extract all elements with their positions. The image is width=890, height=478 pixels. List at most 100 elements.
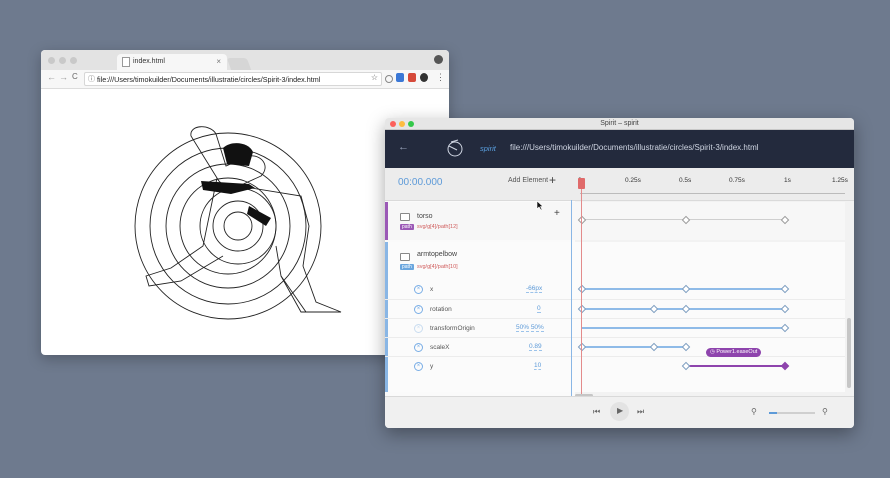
extension-circle-icon[interactable]: [385, 75, 393, 83]
zoom-slider-fill: [769, 412, 777, 414]
minimize-dot[interactable]: [59, 57, 66, 64]
timeline-header: 00:00.000 Add Element + 0s 0.25s 0.5s 0.…: [385, 168, 854, 201]
property-row-y[interactable]: × y 10: [385, 356, 845, 376]
property-name: y: [430, 363, 434, 370]
remove-property-icon[interactable]: ×: [414, 285, 423, 294]
tab-close-icon[interactable]: ×: [216, 57, 221, 66]
keyframe[interactable]: [577, 215, 587, 225]
vertical-scrollbar[interactable]: [847, 318, 851, 388]
property-name: rotation: [430, 306, 452, 313]
element-row-torso[interactable]: torso path svg/g[4]/path[12] +: [385, 202, 845, 240]
spirit-logo-icon: [447, 139, 463, 157]
element-selector: svg/g[4]/path[10]: [417, 264, 458, 270]
add-element-button[interactable]: +: [549, 173, 556, 187]
playhead-handle[interactable]: [578, 178, 585, 189]
keyframe[interactable]: [681, 284, 691, 294]
next-icon[interactable]: ⏭: [637, 407, 644, 417]
browser-tab[interactable]: index.html ×: [117, 54, 227, 70]
tick-label: 0.25s: [625, 177, 641, 184]
tab-title: index.html: [133, 58, 165, 65]
extension-dark-icon[interactable]: [420, 73, 428, 82]
keyframe[interactable]: [681, 342, 691, 352]
property-value[interactable]: 0.89: [529, 343, 542, 351]
property-row-rotation[interactable]: × rotation 0: [385, 299, 845, 319]
bookmark-star-icon[interactable]: ☆: [371, 73, 378, 82]
info-icon[interactable]: ⓘ: [88, 74, 95, 84]
back-icon[interactable]: ←: [47, 72, 56, 82]
ease-badge[interactable]: ◷ Power1.easeOut: [706, 348, 762, 357]
keyframe[interactable]: [649, 342, 659, 352]
circles-illustration: [134, 126, 342, 320]
property-track: [581, 346, 686, 348]
keyframe[interactable]: [780, 304, 790, 314]
property-row-transformorigin[interactable]: × transformOrigin 50% 50%: [385, 318, 845, 338]
tick-label: 0.5s: [679, 177, 692, 184]
selection-indicator: [385, 202, 388, 240]
property-value[interactable]: 10: [534, 362, 542, 370]
keyframe[interactable]: [649, 304, 659, 314]
element-icon: [400, 253, 410, 261]
browser-toolbar: ← → C ⓘ file:///Users/timokuilder/Docume…: [41, 70, 449, 89]
keyframe[interactable]: [577, 304, 587, 314]
forward-icon[interactable]: →: [59, 72, 68, 82]
property-row-scalex[interactable]: × scaleX 0.89: [385, 337, 845, 357]
add-property-button[interactable]: +: [554, 208, 560, 219]
keyframe[interactable]: [681, 361, 691, 371]
type-badge: path: [400, 224, 414, 230]
keyframe[interactable]: [681, 304, 691, 314]
property-value[interactable]: 50% 50%: [516, 324, 544, 332]
property-value[interactable]: -66px: [526, 285, 543, 293]
ease-label: Power1.easeOut: [716, 349, 758, 355]
previous-icon[interactable]: ⏮: [593, 407, 600, 417]
keyframe[interactable]: [577, 284, 587, 294]
tick-label: 0.75s: [729, 177, 745, 184]
app-label[interactable]: spirit: [480, 144, 496, 153]
play-button[interactable]: ▶: [610, 402, 629, 421]
spirit-window: Spirit – spirit ← spirit file:///Users/t…: [385, 118, 854, 428]
keyframe[interactable]: [780, 215, 790, 225]
profile-icon[interactable]: [434, 55, 443, 64]
extension-shield-icon[interactable]: [408, 73, 416, 82]
keyframe[interactable]: [780, 323, 790, 333]
remove-property-icon[interactable]: ×: [414, 324, 423, 333]
spirit-header: ← spirit file:///Users/timokuilder/Docum…: [385, 130, 854, 168]
keyframe[interactable]: [681, 215, 691, 225]
property-track: [685, 365, 784, 367]
property-list: × x -66px × rotation 0 × transformOrigin…: [385, 280, 845, 392]
address-text: file:///Users/timokuilder/Documents/illu…: [97, 74, 321, 84]
element-name: torso: [417, 213, 433, 220]
keyframe[interactable]: [780, 361, 790, 371]
spirit-titlebar: Spirit – spirit: [385, 118, 854, 130]
zoom-out-icon[interactable]: ⚲: [751, 407, 757, 416]
element-selector: svg/g[4]/path[12]: [417, 224, 458, 230]
playhead-line: [581, 188, 582, 396]
browser-tabbar: index.html ×: [41, 50, 449, 70]
play-icon: ▶: [617, 406, 624, 415]
remove-property-icon[interactable]: ×: [414, 343, 423, 352]
property-value[interactable]: 0: [537, 305, 541, 313]
back-arrow-icon[interactable]: ←: [398, 141, 409, 153]
add-element-label[interactable]: Add Element: [508, 177, 548, 184]
spirit-footer: ⏮ ▶ ⏭ ⚲ ⚲: [385, 396, 854, 428]
property-name: x: [430, 286, 434, 293]
remove-property-icon[interactable]: ×: [414, 305, 423, 314]
address-bar[interactable]: ⓘ file:///Users/timokuilder/Documents/il…: [84, 72, 382, 86]
keyframe[interactable]: [577, 342, 587, 352]
tick-label: 1s: [784, 177, 791, 184]
element-icon: [400, 213, 410, 221]
new-tab-button[interactable]: [226, 58, 252, 70]
menu-kebab-icon[interactable]: ⋮: [436, 72, 445, 83]
zoom-dot[interactable]: [70, 57, 77, 64]
keyframe[interactable]: [780, 284, 790, 294]
remove-property-icon[interactable]: ×: [414, 362, 423, 371]
reload-icon[interactable]: C: [72, 72, 78, 81]
window-title: Spirit – spirit: [600, 119, 639, 127]
property-name: transformOrigin: [430, 325, 475, 332]
zoom-in-icon[interactable]: ⚲: [822, 407, 828, 416]
extension-download-icon[interactable]: [396, 73, 404, 82]
timeline-ruler: [580, 193, 845, 194]
property-row-x[interactable]: × x -66px: [385, 280, 845, 299]
close-dot[interactable]: [48, 57, 55, 64]
current-time[interactable]: 00:00.000: [398, 177, 443, 188]
mouse-cursor-icon: [536, 200, 544, 211]
